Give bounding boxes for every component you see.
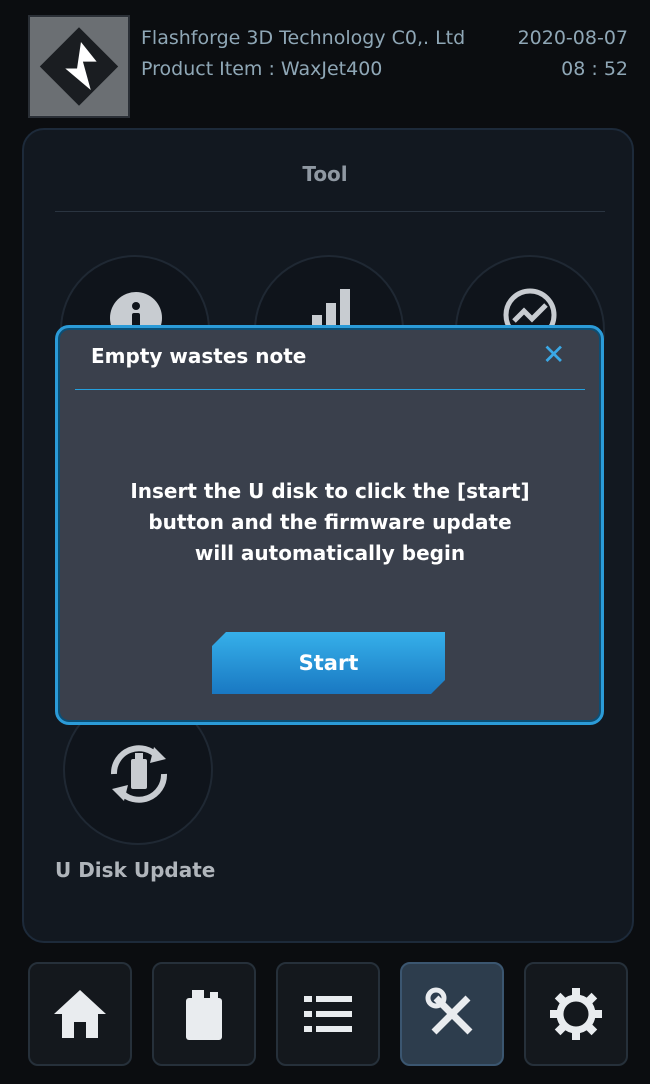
nav-material-button[interactable] (152, 962, 256, 1066)
usb-sync-icon (110, 745, 168, 803)
nav-settings-button[interactable] (524, 962, 628, 1066)
gear-icon (550, 988, 602, 1040)
date-display: 2020-08-07 (517, 27, 628, 49)
panel-divider (55, 211, 605, 212)
close-icon[interactable]: ✕ (542, 338, 565, 371)
start-button[interactable]: Start (212, 632, 445, 694)
logo-icon (30, 17, 128, 116)
company-name: Flashforge 3D Technology C0,. Ltd (141, 27, 466, 49)
nav-home-button[interactable] (28, 962, 132, 1066)
home-icon (54, 990, 106, 1038)
dialog-title: Empty wastes note (91, 344, 307, 368)
nav-list-button[interactable] (276, 962, 380, 1066)
dialog-divider (75, 389, 585, 390)
panel-title: Tool (302, 162, 348, 186)
u-disk-update-label: U Disk Update (55, 858, 216, 882)
brand-logo (28, 15, 130, 118)
material-box-icon (186, 990, 222, 1040)
dialog-message: Insert the U disk to click the [start] b… (130, 479, 530, 565)
list-icon (304, 996, 352, 1032)
product-item: Product Item : WaxJet400 (141, 58, 383, 80)
tools-icon (425, 987, 473, 1035)
time-display: 08 : 52 (561, 58, 628, 80)
nav-tools-button[interactable] (400, 962, 504, 1066)
